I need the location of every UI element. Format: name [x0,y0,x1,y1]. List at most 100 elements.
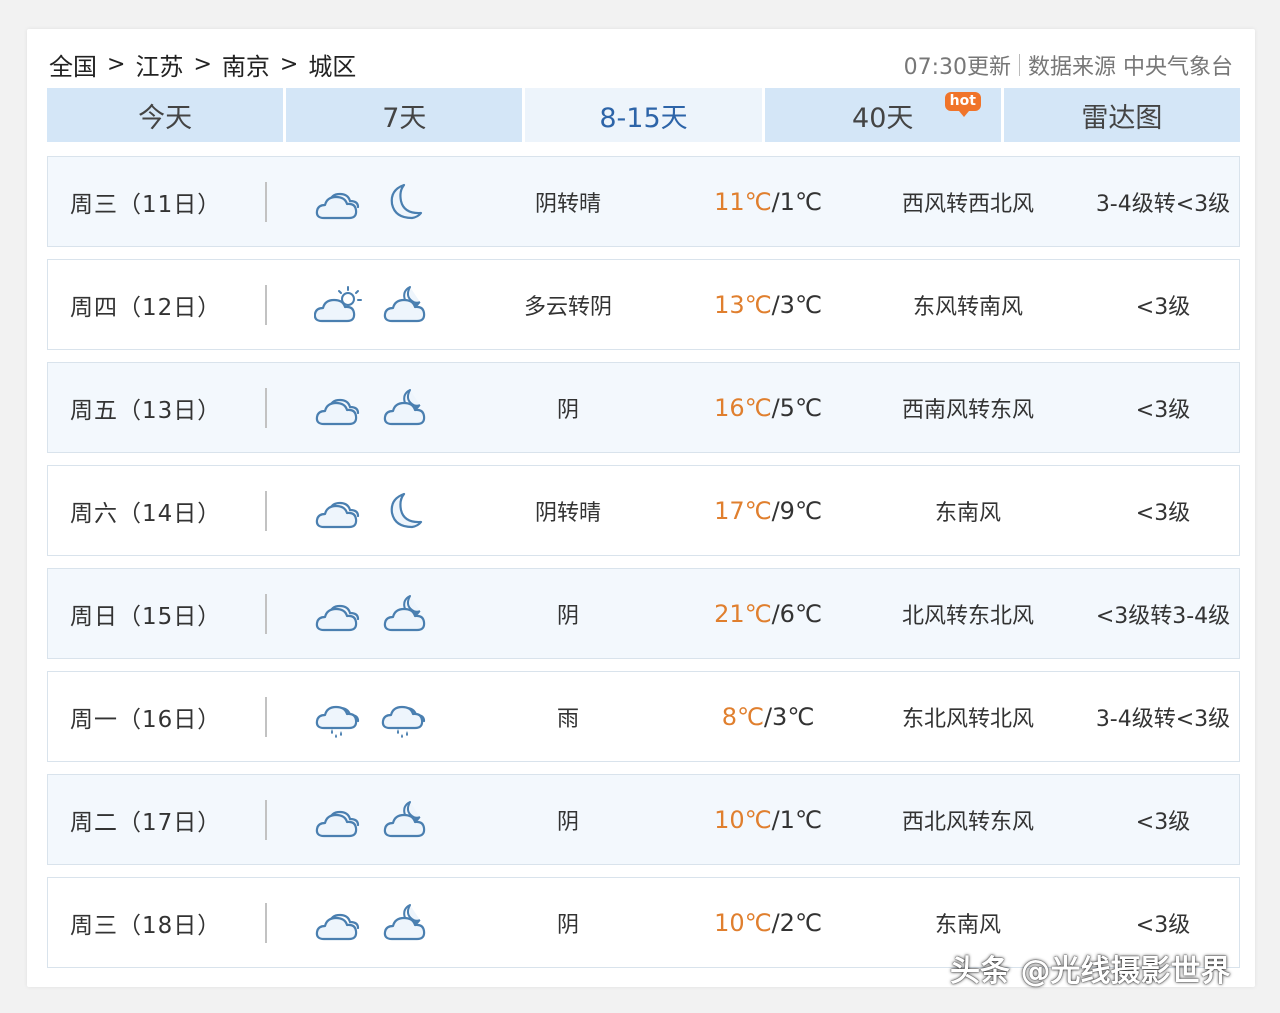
update-time: 07:30更新 [903,55,1011,80]
temperature-range: 8℃/3℃ [721,702,815,731]
watermark: 头条 @光线摄影世界 [950,954,1231,989]
breadcrumb-item-city[interactable]: 南京 [222,47,270,82]
wind-level: 3-4级转<3级 [1095,706,1231,732]
partly-cloudy-day-icon [314,285,364,325]
high-temp: 10℃ [714,908,772,937]
high-temp: 8℃ [721,702,764,731]
wind-direction: 东南风 [934,912,1001,938]
weather-description: 阴转晴 [534,500,601,526]
rain-icon [314,696,364,738]
weather-icons [314,696,430,738]
moon-icon [380,182,424,222]
forecast-day: 周六（14日） [70,500,222,527]
temperature-range: 13℃/3℃ [714,290,822,319]
breadcrumb-separator: > [107,52,126,77]
low-temp: 3℃ [772,702,815,731]
wind-level: <3级 [1135,397,1191,423]
row-divider [265,696,267,737]
weather-description: 雨 [556,706,579,732]
wind-level: <3级 [1135,809,1191,835]
forecast-day: 周二（17日） [70,809,222,836]
tab-label: 今天 [138,102,193,134]
forecast-day: 周五（13日） [70,397,222,424]
high-temp: 21℃ [714,599,772,628]
row-divider [265,181,267,222]
tab-40-days[interactable]: 40天 hot [764,88,1001,142]
cloudy-icon [314,800,364,840]
breadcrumb-item-district[interactable]: 城区 [308,47,356,82]
row-divider [265,593,267,634]
forecast-list: 周三（11日） 阴转晴 11℃/1℃ 西风转西北风 3-4级转<3级 周四（12… [47,156,1240,980]
tab-8-15-days[interactable]: 8-15天 [525,88,762,142]
cloudy-icon [314,594,364,634]
tab-7-days[interactable]: 7天 [286,88,523,142]
forecast-row[interactable]: 周六（14日） 阴转晴 17℃/9℃ 东南风 <3级 [47,465,1240,556]
temperature-range: 21℃/6℃ [714,599,822,628]
row-divider [265,902,267,943]
weather-icons [314,182,424,222]
high-temp: 13℃ [714,290,772,319]
data-source: 数据来源 中央气象台 [1028,55,1233,80]
row-divider [265,387,267,428]
weather-description: 阴 [556,603,579,629]
wind-direction: 东风转南风 [912,294,1023,320]
wind-level: <3级转3-4级 [1095,603,1231,629]
forecast-row[interactable]: 周四（12日） 多云转阴 13℃/3℃ 东风转南风 <3级 [47,259,1240,350]
cloudy-icon [314,903,364,943]
wind-direction: 东北风转北风 [901,706,1034,732]
temperature-range: 11℃/1℃ [714,187,822,216]
tab-label: 7天 [382,102,427,134]
breadcrumb-item-province[interactable]: 江苏 [135,47,183,82]
row-divider [265,799,267,840]
forecast-row[interactable]: 周一（16日） 雨 8℃/3℃ 东北风转北风 3-4级转<3级 [47,671,1240,762]
low-temp: 1℃ [779,805,822,834]
hot-badge: hot [944,92,981,117]
high-temp: 10℃ [714,805,772,834]
forecast-row[interactable]: 周二（17日） 阴 10℃/1℃ 西北风转东风 <3级 [47,774,1240,865]
cloudy-icon [314,182,364,222]
low-temp: 2℃ [779,908,822,937]
high-temp: 16℃ [714,393,772,422]
tab-today[interactable]: 今天 [47,88,284,142]
low-temp: 9℃ [779,496,822,525]
forecast-day: 周日（15日） [70,603,222,630]
low-temp: 6℃ [779,599,822,628]
forecast-row[interactable]: 周五（13日） 阴 16℃/5℃ 西南风转东风 <3级 [47,362,1240,453]
low-temp: 3℃ [779,290,822,319]
forecast-row[interactable]: 周三（11日） 阴转晴 11℃/1℃ 西风转西北风 3-4级转<3级 [47,156,1240,247]
weather-description: 多云转阴 [523,294,612,320]
weather-icons [314,903,430,943]
weather-description: 阴 [556,912,579,938]
weather-description: 阴 [556,397,579,423]
weather-icons [314,800,430,840]
forecast-day: 周三（11日） [70,191,222,218]
temperature-range: 10℃/2℃ [714,908,822,937]
update-info: 07:30更新 数据来源 中央气象台 [904,49,1233,81]
breadcrumb: 全国 > 江苏 > 南京 > 城区 [49,47,356,82]
weather-icons [314,388,430,428]
cloudy-night-icon [380,594,430,634]
high-temp: 11℃ [714,187,772,216]
weather-icons [314,491,424,531]
cloudy-night-icon [380,388,430,428]
weather-description: 阴转晴 [534,191,601,217]
cloudy-night-icon [380,903,430,943]
weather-icons [314,594,430,634]
wind-direction: 西风转西北风 [901,191,1034,217]
breadcrumb-item-country[interactable]: 全国 [49,47,97,82]
row-divider [265,490,267,531]
forecast-row[interactable]: 周日（15日） 阴 21℃/6℃ 北风转东北风 <3级转3-4级 [47,568,1240,659]
wind-level: <3级 [1135,500,1191,526]
wind-direction: 西南风转东风 [901,397,1034,423]
high-temp: 17℃ [714,496,772,525]
tab-radar[interactable]: 雷达图 [1003,88,1241,142]
low-temp: 5℃ [779,393,822,422]
top-bar: 全国 > 江苏 > 南京 > 城区 07:30更新 数据来源 中央气象台 [49,47,1233,83]
forecast-day: 周三（18日） [70,912,222,939]
moon-icon [380,491,424,531]
wind-level: 3-4级转<3级 [1095,191,1231,217]
wind-level: <3级 [1135,294,1191,320]
wind-direction: 北风转东北风 [901,603,1034,629]
forecast-day: 周一（16日） [70,706,222,733]
cloudy-icon [314,491,364,531]
